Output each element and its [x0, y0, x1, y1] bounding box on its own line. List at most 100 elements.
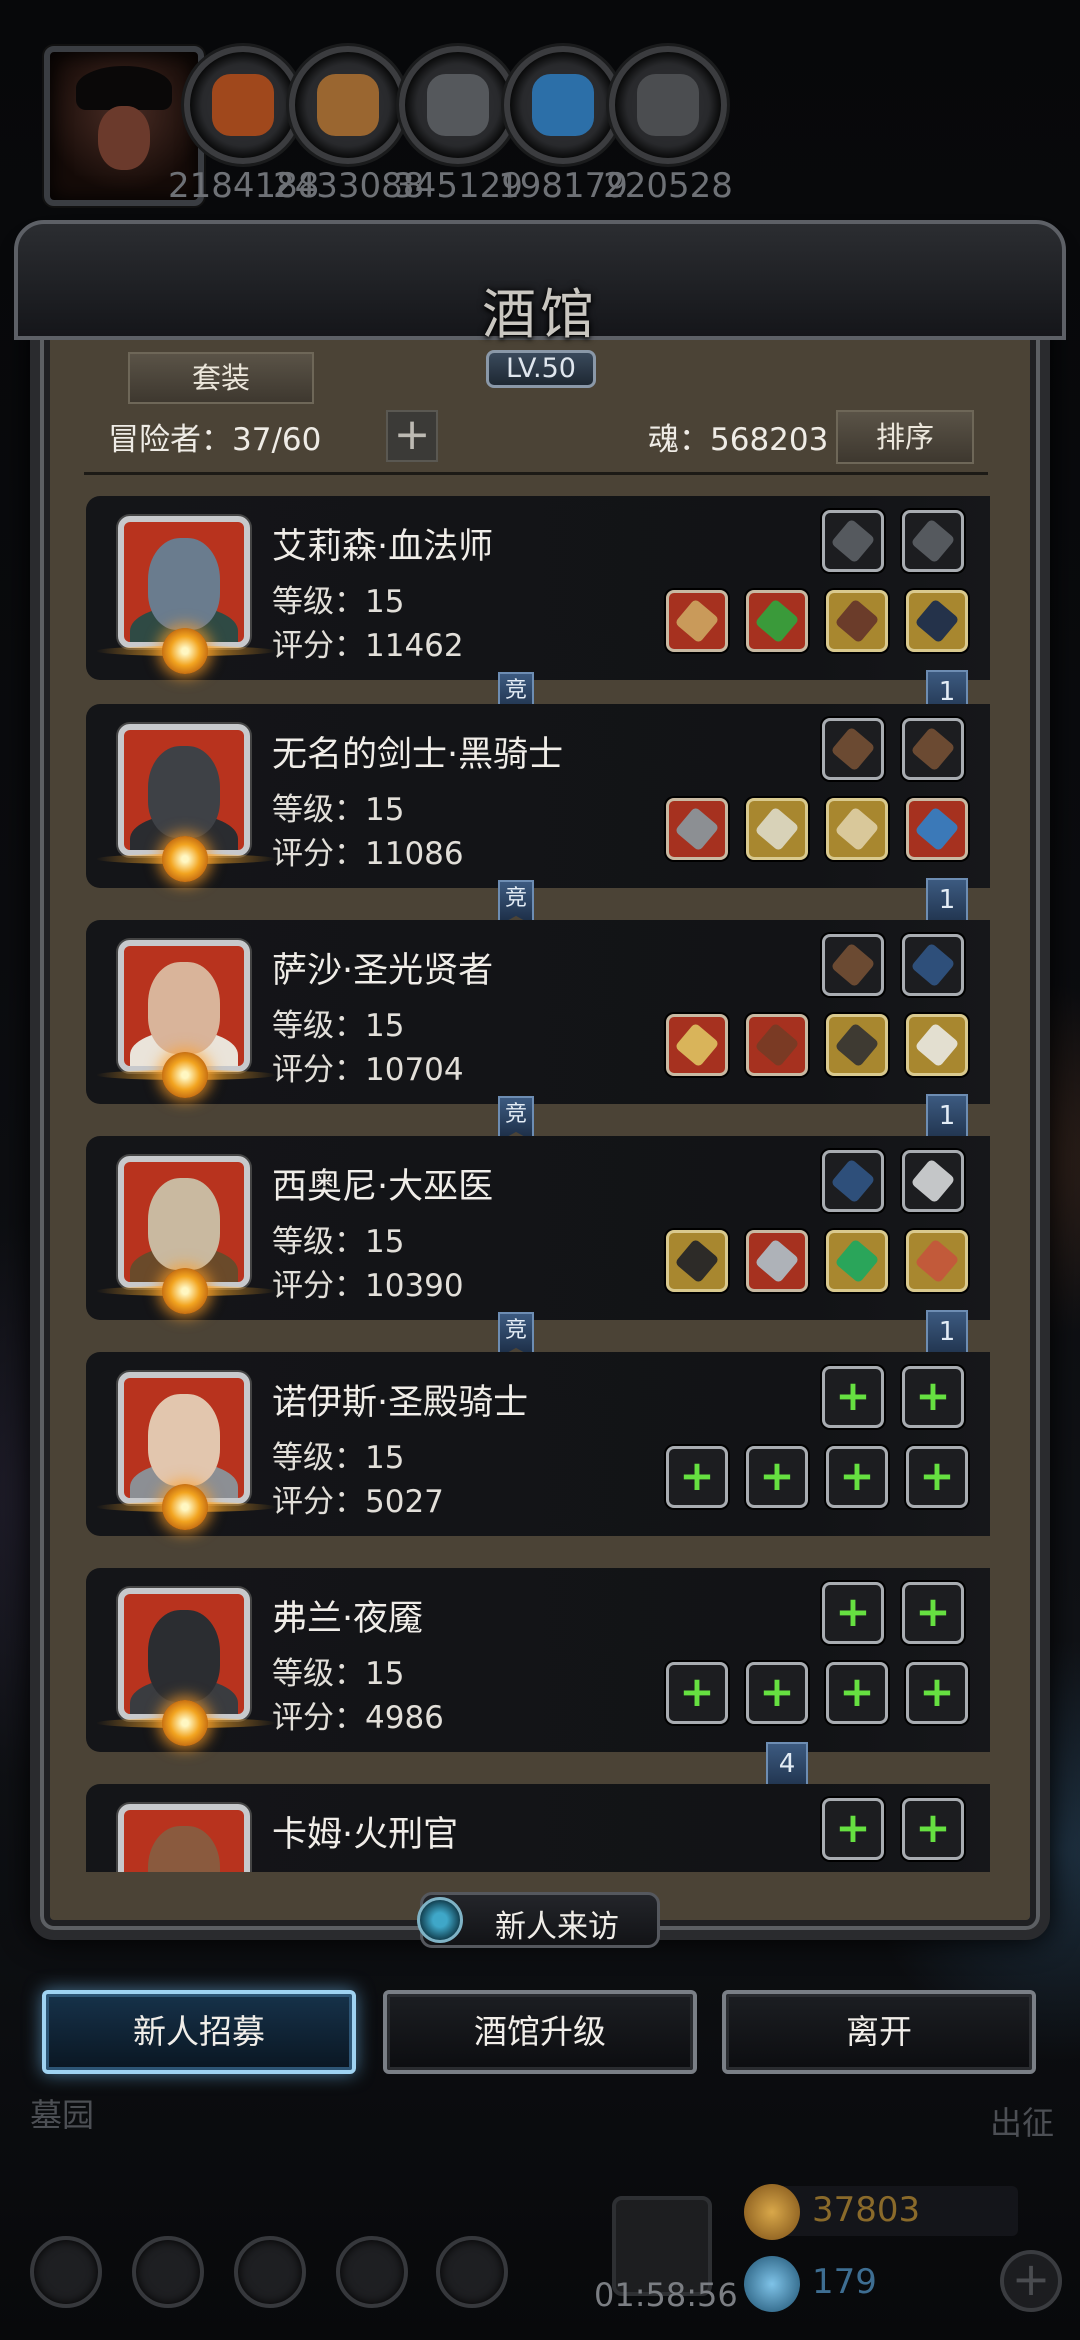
equipment-slot[interactable]	[822, 934, 884, 996]
equipment-slot[interactable]	[746, 1014, 808, 1076]
stone-icon	[609, 46, 727, 164]
resource-value: 220528	[603, 166, 733, 206]
empty-equipment-slot[interactable]: +	[902, 1582, 964, 1644]
equipment-slot[interactable]	[746, 798, 808, 860]
equipment-slot[interactable]	[666, 798, 728, 860]
hero-score: 评分：11086	[272, 836, 464, 872]
leave-button[interactable]: 离开	[722, 1990, 1036, 2074]
equipment-slot[interactable]	[666, 1230, 728, 1292]
rank-medal-icon	[162, 1700, 208, 1746]
equipment-slot[interactable]	[666, 1014, 728, 1076]
equipment-slot[interactable]	[902, 718, 964, 780]
star-icon[interactable]	[132, 2236, 204, 2308]
new-visitor-bar[interactable]: 新人来访	[417, 1892, 660, 1948]
equipment-slot[interactable]	[906, 1014, 968, 1076]
equipment-slot[interactable]	[902, 1150, 964, 1212]
sort-button[interactable]: 排序	[836, 410, 974, 464]
empty-slot-plus: +	[759, 1667, 795, 1716]
expedition-label[interactable]: 出征	[990, 2098, 1054, 2144]
rank-medal-icon	[162, 836, 208, 882]
settings-icon[interactable]	[30, 2236, 102, 2308]
hero-name: 艾莉森·血法师	[272, 527, 494, 567]
gold-amount: 37803	[812, 2190, 921, 2230]
resource-bar: 2184188 2433088 345129 198179 220528	[0, 0, 1080, 220]
equipment-slot[interactable]	[746, 590, 808, 652]
adventurer-count: 冒险者：37/60	[108, 422, 322, 458]
equipment-slot[interactable]	[822, 510, 884, 572]
empty-equipment-slot[interactable]: +	[746, 1446, 808, 1508]
equipment-slot[interactable]	[906, 590, 968, 652]
hero-name: 诺伊斯·圣殿骑士	[272, 1383, 529, 1423]
empty-equipment-slot[interactable]: +	[822, 1798, 884, 1860]
gift-timer: 01:58:56	[594, 2276, 738, 2314]
equipment-slot[interactable]	[906, 1230, 968, 1292]
upgrade-tavern-button[interactable]: 酒馆升级	[383, 1990, 697, 2074]
hero-level: 等级：15	[272, 1440, 405, 1476]
hero-level: 等级：15	[272, 1224, 405, 1260]
equipment-slot[interactable]	[822, 718, 884, 780]
empty-slot-plus: +	[835, 1587, 871, 1636]
hero-card[interactable]: 卡姆·火刑官 + +	[86, 1784, 990, 1872]
new-visitor-label: 新人来访	[495, 1909, 619, 1945]
empty-equipment-slot[interactable]: +	[826, 1446, 888, 1508]
gem-icon	[744, 2256, 800, 2312]
hero-list[interactable]: 艾莉森·血法师 等级：15 评分：11462 竞 1 无名的剑士·黑骑士 等级：15 评分：1…	[86, 486, 990, 1872]
set-button[interactable]: 套装	[128, 352, 314, 404]
hero-name: 萨沙·圣光贤者	[272, 951, 494, 991]
hero-card[interactable]: 无名的剑士·黑骑士 等级：15 评分：11086 竞 1	[86, 704, 990, 934]
gold-coin-icon	[744, 2184, 800, 2240]
equipment-slot[interactable]	[902, 510, 964, 572]
add-currency-button[interactable]: +	[1000, 2250, 1062, 2312]
hero-score: 评分：5027	[272, 1484, 444, 1520]
equipment-slot[interactable]	[902, 934, 964, 996]
mail-icon[interactable]	[336, 2236, 408, 2308]
hero-card[interactable]: 弗兰·夜魇 等级：15 评分：4986 + + + + + +4	[86, 1568, 990, 1798]
hero-card[interactable]: 西奥尼·大巫医 等级：15 评分：10390 竞 1	[86, 1136, 990, 1366]
empty-slot-plus: +	[919, 1451, 955, 1500]
expand-capacity-button[interactable]: +	[386, 410, 438, 462]
equipment-slot[interactable]	[746, 1230, 808, 1292]
hero-score: 评分：4986	[272, 1700, 444, 1736]
hero-card[interactable]: 艾莉森·血法师 等级：15 评分：11462 竞 1	[86, 496, 990, 726]
hero-score: 评分：10390	[272, 1268, 464, 1304]
empty-slot-plus: +	[839, 1667, 875, 1716]
empty-equipment-slot[interactable]: +	[906, 1446, 968, 1508]
hero-level: 等级：15	[272, 792, 405, 828]
hero-level: 等级：15	[272, 1656, 405, 1692]
hero-card[interactable]: 诺伊斯·圣殿骑士 等级：15 评分：5027 + + + + + +	[86, 1352, 990, 1536]
empty-equipment-slot[interactable]: +	[666, 1662, 728, 1724]
hero-level: 等级：15	[272, 584, 405, 620]
empty-equipment-slot[interactable]: +	[822, 1366, 884, 1428]
hero-card[interactable]: 萨沙·圣光贤者 等级：15 评分：10704 竞 1	[86, 920, 990, 1150]
empty-equipment-slot[interactable]: +	[746, 1662, 808, 1724]
empty-slot-plus: +	[679, 1667, 715, 1716]
empty-equipment-slot[interactable]: +	[906, 1662, 968, 1724]
empty-equipment-slot[interactable]: +	[902, 1798, 964, 1860]
equipment-slot[interactable]	[822, 1150, 884, 1212]
resource-4: 220528	[593, 46, 743, 206]
hero-portrait[interactable]	[118, 1804, 250, 1872]
empty-equipment-slot[interactable]: +	[822, 1582, 884, 1644]
panel-title: 酒馆	[482, 283, 598, 346]
equipment-slot[interactable]	[826, 590, 888, 652]
hero-score: 评分：11462	[272, 628, 464, 664]
graveyard-label[interactable]: 墓园	[30, 2090, 94, 2136]
hero-name: 无名的剑士·黑骑士	[272, 735, 564, 775]
rank-medal-icon	[162, 1268, 208, 1314]
hero-score: 评分：10704	[272, 1052, 464, 1088]
dice-icon[interactable]	[436, 2236, 508, 2308]
recruit-button[interactable]: 新人招募	[42, 1990, 356, 2074]
empty-slot-plus: +	[835, 1803, 871, 1852]
empty-equipment-slot[interactable]: +	[902, 1366, 964, 1428]
equipment-slot[interactable]	[826, 1014, 888, 1076]
soul-count: 魂：568203	[648, 422, 829, 458]
equipment-slot[interactable]	[666, 590, 728, 652]
equipment-slot[interactable]	[826, 798, 888, 860]
equipment-slot[interactable]	[906, 798, 968, 860]
rank-medal-icon	[162, 1484, 208, 1530]
empty-equipment-slot[interactable]: +	[826, 1662, 888, 1724]
equipment-slot[interactable]	[826, 1230, 888, 1292]
empty-equipment-slot[interactable]: +	[666, 1446, 728, 1508]
tower-icon[interactable]	[234, 2236, 306, 2308]
hero-name: 西奥尼·大巫医	[272, 1167, 494, 1207]
